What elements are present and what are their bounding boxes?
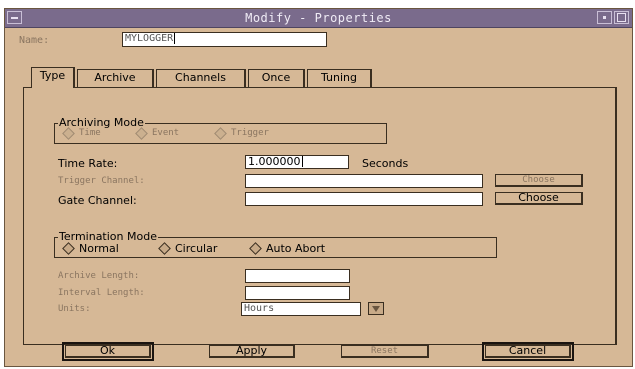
radio-diamond-icon [62, 242, 75, 255]
gate-channel-input[interactable] [245, 192, 483, 206]
window-title: Modify - Properties [245, 11, 392, 25]
gate-choose-button[interactable]: Choose [495, 192, 583, 205]
maximize-icon [617, 13, 626, 22]
time-rate-unit: Seconds [362, 157, 409, 170]
units-dropdown-button[interactable] [368, 302, 384, 315]
archive-length-input[interactable] [245, 269, 350, 283]
time-rate-input[interactable]: 1.000000 [245, 155, 349, 169]
radio-trigger-label: Trigger [231, 128, 269, 138]
chevron-down-icon [372, 305, 380, 312]
radio-circular-label: Circular [175, 242, 218, 255]
radio-event-label: Event [152, 128, 180, 138]
reset-button[interactable]: Reset [341, 345, 429, 358]
radio-diamond-icon [135, 126, 148, 140]
tab-channels[interactable]: Channels [156, 69, 246, 87]
minimize-icon [603, 16, 606, 19]
units-label: Units: [58, 304, 91, 314]
radio-circular[interactable]: Circular [158, 242, 217, 255]
tab-type[interactable]: Type [31, 67, 75, 88]
tab-once[interactable]: Once [248, 69, 305, 87]
trigger-channel-label: Trigger Channel: [58, 176, 145, 186]
tab-tuning[interactable]: Tuning [307, 69, 372, 87]
radio-diamond-icon [62, 126, 75, 140]
name-input[interactable]: MYLOGGER [122, 32, 327, 47]
radio-time-label: Time [79, 128, 101, 138]
units-select[interactable]: Hours [241, 302, 361, 316]
time-rate-label: Time Rate: [58, 157, 118, 170]
radio-event[interactable]: Event [135, 126, 180, 140]
gate-channel-label: Gate Channel: [58, 194, 137, 207]
text-cursor [174, 33, 176, 44]
tab-archive[interactable]: Archive [77, 69, 154, 87]
radio-auto-abort[interactable]: Auto Abort [249, 242, 325, 255]
cancel-button[interactable]: Cancel [482, 342, 574, 361]
type-tab-panel: Archiving Mode Time Event Trigger Time R… [23, 87, 617, 345]
interval-length-input[interactable] [245, 286, 350, 300]
title-bar[interactable]: Modify - Properties [5, 9, 632, 28]
radio-diamond-icon [249, 242, 262, 255]
apply-button[interactable]: Apply [209, 345, 295, 358]
time-rate-value: 1.000000 [248, 155, 301, 168]
radio-diamond-icon [158, 242, 171, 255]
minimize-button[interactable] [597, 11, 612, 24]
interval-length-label: Interval Length: [58, 288, 145, 298]
properties-window: Modify - Properties Name: MYLOGGER Type … [4, 8, 633, 367]
radio-auto-abort-label: Auto Abort [266, 242, 326, 255]
name-value: MYLOGGER [125, 33, 174, 44]
name-label: Name: [19, 35, 50, 46]
trigger-channel-input[interactable] [245, 174, 483, 188]
maximize-button[interactable] [614, 11, 629, 24]
radio-trigger[interactable]: Trigger [214, 126, 269, 140]
archive-length-label: Archive Length: [58, 271, 140, 281]
radio-normal-label: Normal [79, 242, 119, 255]
radio-time[interactable]: Time [62, 126, 101, 140]
text-cursor [301, 156, 303, 167]
trigger-choose-button[interactable]: Choose [495, 174, 583, 187]
radio-normal[interactable]: Normal [62, 242, 119, 255]
ok-button[interactable]: Ok [62, 342, 154, 361]
radio-diamond-icon [214, 126, 227, 140]
